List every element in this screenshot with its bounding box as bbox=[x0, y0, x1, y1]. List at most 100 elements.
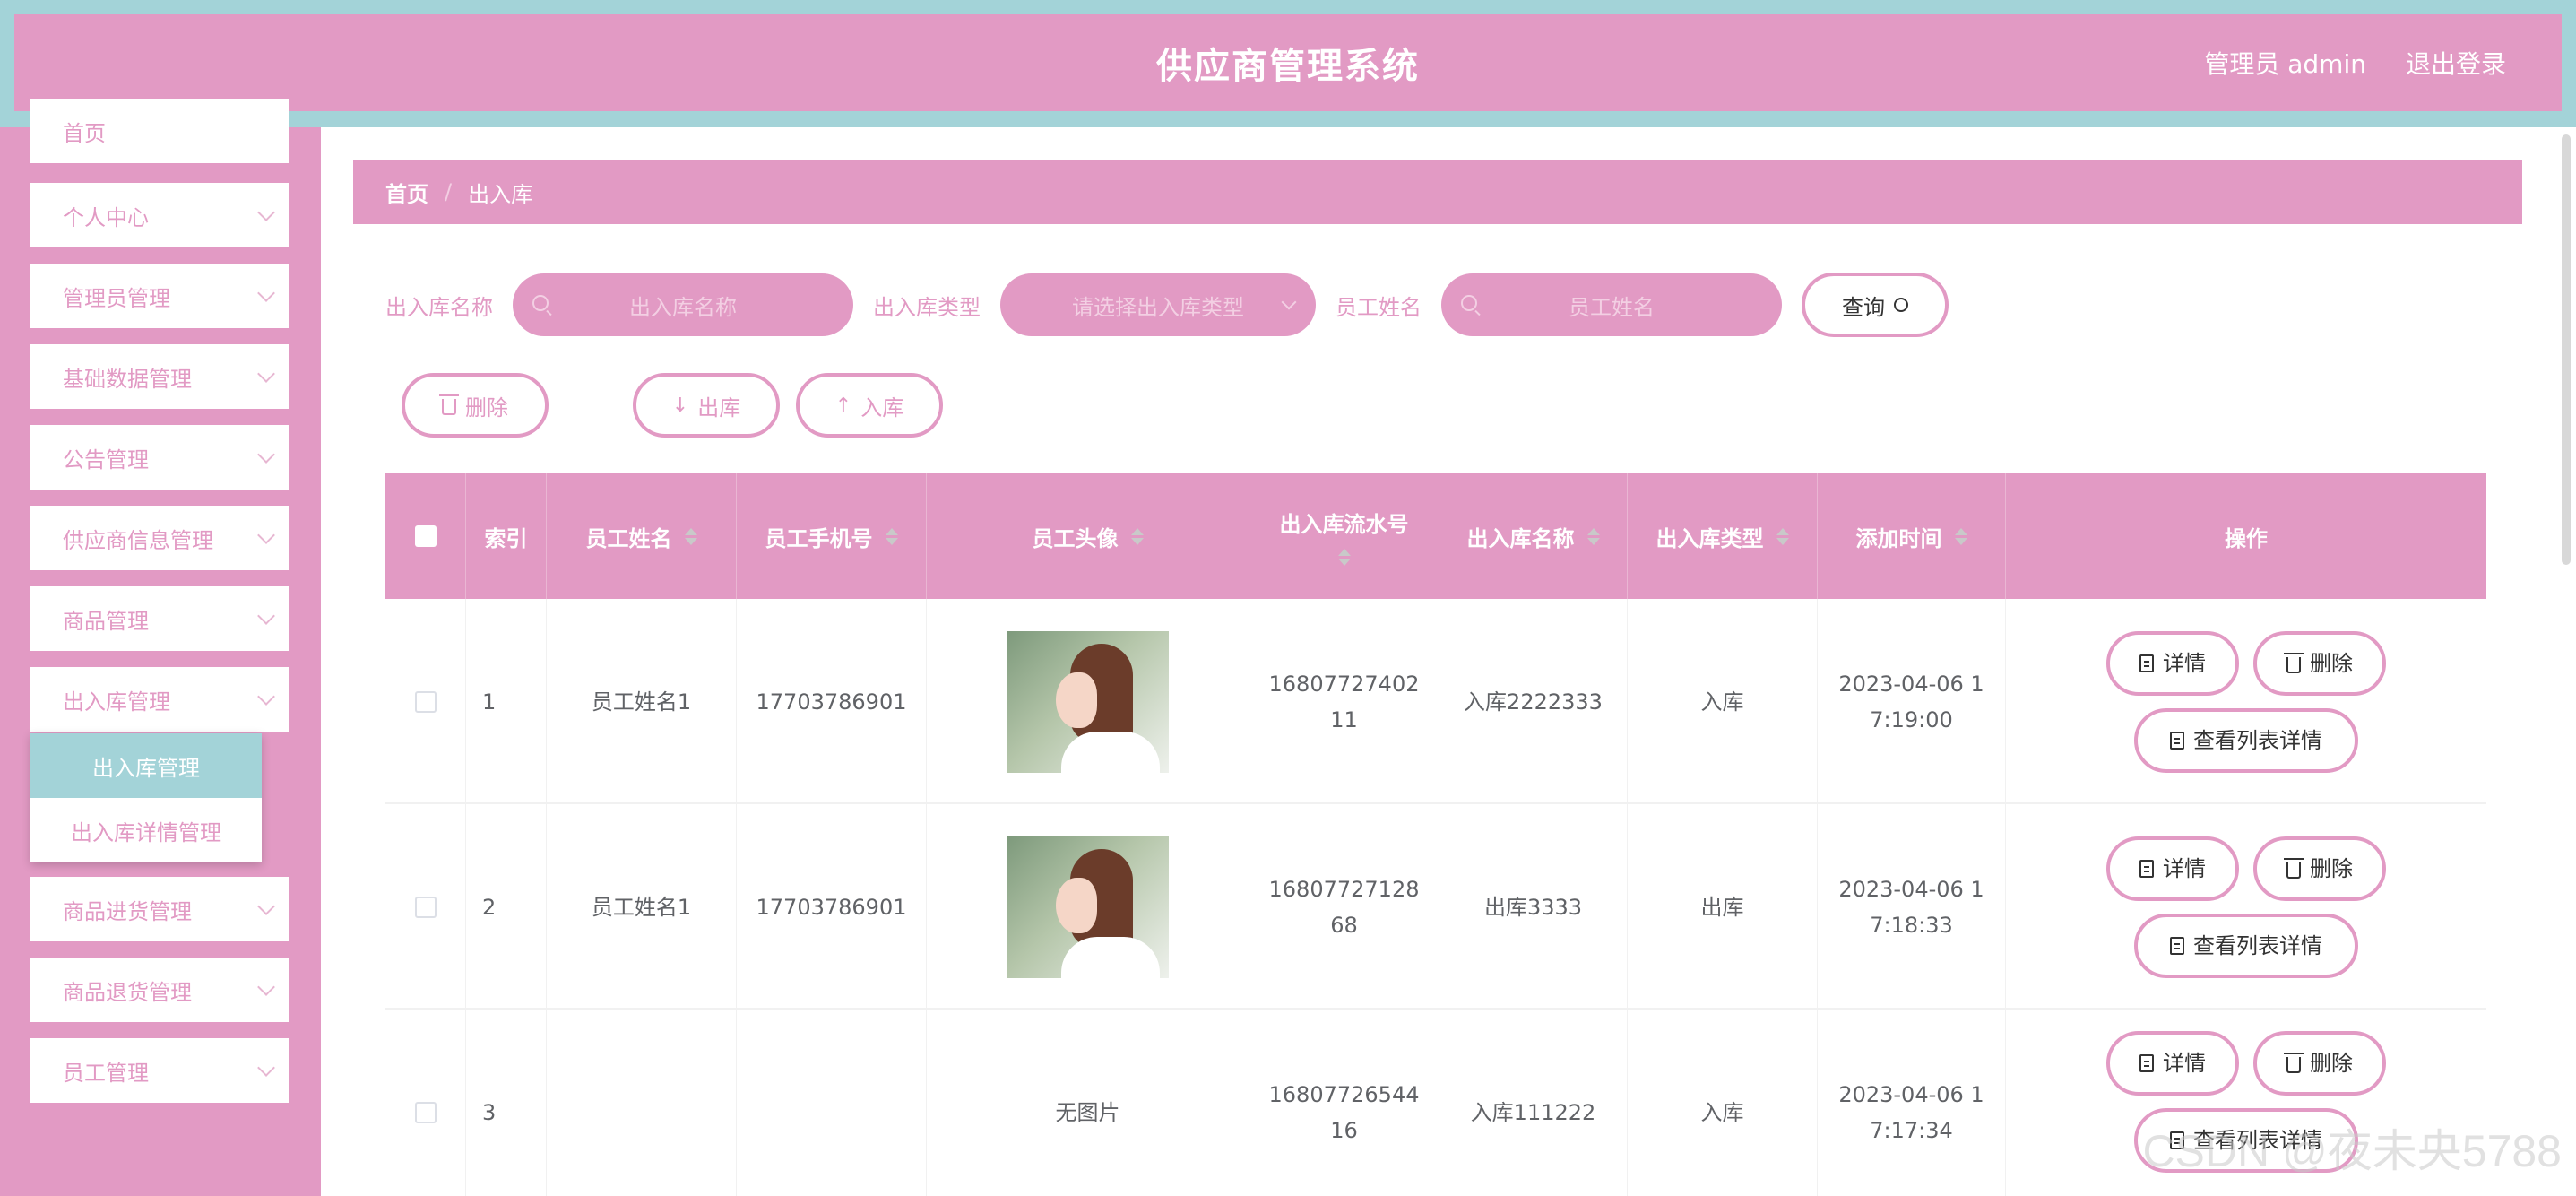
column-header-staff-phone[interactable]: 员工手机号 bbox=[737, 473, 927, 599]
stock-in-label: 入库 bbox=[860, 394, 904, 420]
column-header-inout-name[interactable]: 出入库名称 bbox=[1439, 473, 1628, 599]
sort-icon[interactable] bbox=[684, 527, 697, 545]
page-scrollbar[interactable] bbox=[2562, 134, 2571, 565]
sidebar-item-home[interactable]: 首页 bbox=[30, 99, 289, 163]
sidebar-item-goods[interactable]: 商品管理 bbox=[30, 586, 289, 651]
sidebar-item-personal-center[interactable]: 个人中心 bbox=[30, 183, 289, 247]
batch-delete-button[interactable]: 删除 bbox=[402, 373, 549, 438]
column-header-staff-name[interactable]: 员工姓名 bbox=[547, 473, 737, 599]
column-header-label: 员工姓名 bbox=[585, 525, 672, 551]
sort-icon[interactable] bbox=[1776, 527, 1789, 545]
search-name-input[interactable]: 出入库名称 bbox=[513, 273, 853, 336]
column-header-staff-avatar[interactable]: 员工头像 bbox=[927, 473, 1249, 599]
search-type-select[interactable]: 请选择出入库类型 bbox=[1000, 273, 1316, 336]
sidebar-item-label: 供应商信息管理 bbox=[63, 527, 213, 553]
chevron-down-icon bbox=[257, 284, 275, 302]
watermark: CSDN @夜未央5788 bbox=[2142, 1126, 2562, 1176]
delete-button-label: 删除 bbox=[2310, 1051, 2353, 1076]
delete-button[interactable]: 删除 bbox=[2253, 630, 2386, 696]
search-staff-label: 员工姓名 bbox=[1336, 294, 1422, 320]
inout-table: 索引 员工姓名 员工手机号 员工头像 出入库流水号 出入库名称 出入库类型 添加… bbox=[385, 473, 2486, 1196]
delete-button-label: 删除 bbox=[2310, 650, 2353, 676]
cell-inout-name: 入库2222333 bbox=[1439, 599, 1628, 804]
sidebar-item-purchase[interactable]: 商品进货管理 bbox=[30, 877, 289, 941]
submenu-item-inout-detail[interactable]: 出入库详情管理 bbox=[30, 798, 262, 862]
search-staff-input[interactable]: 员工姓名 bbox=[1441, 273, 1782, 336]
search-name-label: 出入库名称 bbox=[385, 294, 493, 320]
inout-submenu: 出入库管理 出入库详情管理 bbox=[30, 733, 262, 862]
trash-icon bbox=[439, 394, 459, 415]
breadcrumb: 首页 / 出入库 bbox=[353, 160, 2522, 224]
column-header-created-time[interactable]: 添加时间 bbox=[1818, 473, 2006, 599]
column-header-serial[interactable]: 出入库流水号 bbox=[1249, 473, 1439, 599]
document-icon bbox=[2170, 731, 2184, 750]
document-icon bbox=[2139, 859, 2154, 878]
document-icon bbox=[2139, 654, 2154, 672]
staff-avatar-image[interactable] bbox=[1007, 836, 1169, 978]
sidebar-item-label: 商品退货管理 bbox=[63, 979, 192, 1005]
sort-icon[interactable] bbox=[1130, 527, 1144, 545]
cell-staff-avatar bbox=[927, 599, 1249, 804]
select-all-checkbox[interactable] bbox=[414, 525, 437, 547]
stock-out-button[interactable]: ↓ 出库 bbox=[633, 373, 780, 438]
stock-in-button[interactable]: ↑ 入库 bbox=[796, 373, 943, 438]
arrow-down-icon: ↓ bbox=[671, 394, 689, 417]
sort-icon[interactable] bbox=[1954, 527, 1967, 545]
staff-avatar-image[interactable] bbox=[1007, 630, 1169, 773]
column-header-label: 出入库流水号 bbox=[1279, 512, 1409, 537]
sidebar-item-basic-data[interactable]: 基础数据管理 bbox=[30, 344, 289, 409]
sort-icon[interactable] bbox=[1337, 549, 1351, 566]
sidebar-item-supplier[interactable]: 供应商信息管理 bbox=[30, 506, 289, 570]
detail-button-label: 详情 bbox=[2163, 855, 2206, 881]
column-header-inout-type[interactable]: 出入库类型 bbox=[1628, 473, 1818, 599]
chevron-down-icon bbox=[257, 978, 275, 996]
sidebar-item-inout[interactable]: 出入库管理 bbox=[30, 667, 289, 732]
cell-serial: 1680772654416 bbox=[1249, 1010, 1439, 1196]
detail-button[interactable]: 详情 bbox=[2106, 630, 2239, 696]
cell-index: 3 bbox=[466, 1010, 547, 1196]
query-button[interactable]: 查询 bbox=[1802, 273, 1949, 337]
sidebar-item-return[interactable]: 商品退货管理 bbox=[30, 958, 289, 1022]
row-select-cell bbox=[385, 804, 466, 1010]
sidebar-item-admin[interactable]: 管理员管理 bbox=[30, 264, 289, 328]
arrow-up-icon: ↑ bbox=[834, 394, 852, 417]
row-checkbox[interactable] bbox=[414, 1101, 437, 1123]
detail-button[interactable]: 详情 bbox=[2106, 1031, 2239, 1096]
current-user: 管理员 admin bbox=[2204, 49, 2366, 79]
app-header: 供应商管理系统 管理员 admin 退出登录 bbox=[14, 14, 2562, 111]
column-header-label: 员工头像 bbox=[1032, 525, 1119, 551]
trash-icon bbox=[2284, 652, 2304, 673]
breadcrumb-separator: / bbox=[445, 179, 453, 204]
sidebar-item-staff[interactable]: 员工管理 bbox=[30, 1038, 289, 1103]
row-checkbox[interactable] bbox=[414, 690, 437, 713]
cell-staff-name: 员工姓名1 bbox=[547, 804, 737, 1010]
document-icon bbox=[2139, 1054, 2154, 1072]
cell-created-time: 2023-04-06 17:19:00 bbox=[1818, 599, 2006, 804]
sidebar-item-notice[interactable]: 公告管理 bbox=[30, 425, 289, 490]
submenu-item-inout[interactable]: 出入库管理 bbox=[30, 733, 262, 798]
delete-button[interactable]: 删除 bbox=[2253, 836, 2386, 901]
search-type-placeholder: 请选择出入库类型 bbox=[1072, 294, 1244, 320]
logout-link[interactable]: 退出登录 bbox=[2406, 45, 2506, 81]
main-content: 首页 / 出入库 出入库名称 出入库名称 出入库类型 请选择出入库类型 员工姓名… bbox=[321, 127, 2576, 1196]
cell-staff-avatar bbox=[927, 804, 1249, 1010]
list-detail-button[interactable]: 查看列表详情 bbox=[2134, 913, 2358, 978]
sidebar-item-label: 商品进货管理 bbox=[63, 898, 192, 924]
sort-icon[interactable] bbox=[1586, 527, 1600, 545]
sidebar-item-label: 个人中心 bbox=[63, 204, 149, 230]
row-actions: 详情 删除 查看列表详情 bbox=[2106, 836, 2386, 978]
table-row: 1 员工姓名1 17703786901 1680772740211 入库2222… bbox=[385, 599, 2486, 804]
list-detail-button[interactable]: 查看列表详情 bbox=[2134, 707, 2358, 773]
list-detail-button-label: 查看列表详情 bbox=[2193, 932, 2322, 958]
detail-button-label: 详情 bbox=[2163, 1051, 2206, 1076]
breadcrumb-home[interactable]: 首页 bbox=[385, 177, 428, 208]
chevron-down-icon bbox=[257, 688, 275, 706]
search-icon bbox=[1461, 295, 1477, 311]
sort-icon[interactable] bbox=[885, 527, 898, 545]
detail-button[interactable]: 详情 bbox=[2106, 836, 2239, 901]
row-checkbox[interactable] bbox=[414, 896, 437, 918]
sidebar-item-label: 首页 bbox=[63, 120, 106, 146]
delete-button[interactable]: 删除 bbox=[2253, 1031, 2386, 1096]
table-row: 2 员工姓名1 17703786901 1680772712868 出库3333… bbox=[385, 804, 2486, 1010]
search-name-placeholder: 出入库名称 bbox=[629, 294, 737, 320]
